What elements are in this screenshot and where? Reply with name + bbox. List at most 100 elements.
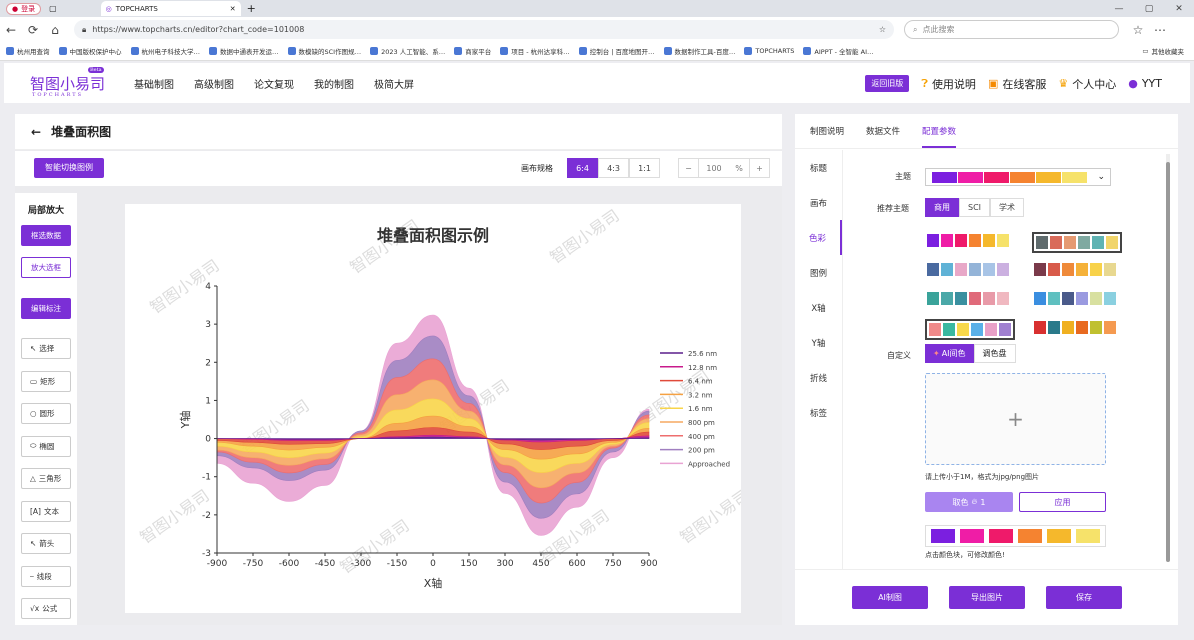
palette-option[interactable] (1032, 232, 1122, 253)
ratio-option[interactable]: 6:4 (567, 158, 598, 178)
tab-actions-icon[interactable]: ▢ (49, 4, 57, 13)
edit-label-button[interactable]: 编辑标注 (21, 298, 71, 319)
bookmark-item[interactable]: 杭州用查询 (6, 46, 50, 56)
maximize-icon[interactable]: ▢ (1134, 4, 1164, 14)
palette-option[interactable] (925, 261, 1011, 278)
legend-label[interactable]: 6.4 nm (688, 378, 713, 386)
tool-line[interactable]: ⎯ 线段 (21, 565, 71, 587)
collections-icon[interactable]: ☆ (1127, 23, 1149, 37)
config-section-tab[interactable]: 画布 (795, 185, 842, 220)
config-section-tab[interactable]: 色彩 (795, 220, 842, 255)
nav-item[interactable]: 基础制图 (134, 76, 174, 91)
tool-formula[interactable]: √x 公式 (21, 598, 71, 619)
palette-option[interactable] (925, 319, 1015, 340)
bookmark-item[interactable]: 项目 - 杭州达享科… (500, 46, 570, 56)
panel-tab[interactable]: 制图说明 (810, 125, 844, 137)
nav-item[interactable]: 论文复现 (254, 76, 294, 91)
nav-item[interactable]: 我的制图 (314, 76, 354, 91)
tool-rectangle[interactable]: ▭ 矩形 (21, 370, 71, 392)
tool-cursor[interactable]: ↖ 选择 (21, 338, 71, 359)
tool-ellipse[interactable]: ⬭ 椭圆 (21, 435, 71, 457)
other-bookmarks[interactable]: ▭ 其他收藏夹 (1142, 46, 1184, 56)
service-link[interactable]: ▣ 在线客服 (988, 76, 1046, 92)
old-version-button[interactable]: 返回旧版 (865, 75, 910, 92)
pick-color-button[interactable]: 取色 🔥︎ 1 (925, 492, 1013, 512)
apply-button[interactable]: 应用 (1019, 492, 1106, 512)
custom-color-swatch[interactable] (1047, 529, 1071, 543)
palette-option[interactable] (925, 232, 1011, 249)
config-section-tab[interactable]: 标题 (795, 150, 842, 185)
profile-button[interactable]: ● 登录 (6, 2, 42, 15)
legend-label[interactable]: 12.8 nm (688, 364, 717, 372)
favorite-icon[interactable]: ☆ (879, 25, 886, 34)
legend-label[interactable]: 25.6 nm (688, 350, 717, 358)
custom-color-swatch[interactable] (989, 529, 1013, 543)
bookmark-item[interactable]: 商家平台 (454, 46, 491, 56)
back-arrow-icon[interactable]: ← (31, 125, 41, 139)
bookmark-item[interactable]: TOPCHARTS (744, 47, 794, 55)
recommend-tab[interactable]: 商用 (925, 198, 959, 217)
ratio-option[interactable]: 4:3 (598, 158, 629, 178)
theme-select[interactable]: ⌄ (925, 168, 1111, 186)
palette-option[interactable] (1032, 261, 1118, 278)
panel-tab[interactable]: 数据文件 (866, 125, 900, 137)
help-link[interactable]: ❓︎ 使用说明 (921, 76, 976, 92)
legend-label[interactable]: Approached (688, 460, 730, 468)
config-section-tab[interactable]: 折线 (795, 360, 842, 395)
home-icon[interactable]: ⌂ (44, 23, 66, 37)
palette-option[interactable] (925, 290, 1011, 307)
nav-item[interactable]: 极简大屏 (374, 76, 414, 91)
config-section-tab[interactable]: X轴 (795, 290, 842, 325)
config-section-tab[interactable]: Y轴 (795, 325, 842, 360)
more-icon[interactable]: ⋯ (1149, 23, 1171, 37)
legend-label[interactable]: 200 pm (688, 447, 715, 455)
chart-canvas[interactable]: 智图小易司 智图小易司 智图小易司 智图小易司 智图小易司 智图小易司 智图小易司 智图小易司… (125, 204, 753, 613)
panel-tab[interactable]: 配置参数 (922, 114, 957, 148)
new-tab-icon[interactable]: + (247, 2, 256, 15)
palette-option[interactable] (1032, 319, 1118, 336)
logo[interactable]: 智图小易司 TOPCHARTS Beta (30, 66, 120, 98)
bookmark-item[interactable]: 2023 人工智能、系… (370, 46, 445, 56)
export-image-button[interactable]: 导出图片 (949, 586, 1025, 609)
legend-label[interactable]: 400 pm (688, 433, 715, 441)
ai-color-tab[interactable]: ✦ AI间色 (925, 344, 974, 363)
bookmark-item[interactable]: 数据制作工具-百度… (663, 46, 735, 56)
address-bar[interactable]: 🔒︎ https://www.topcharts.cn/editor?chart_… (74, 20, 894, 39)
bookmark-item[interactable]: 数据中通表开发运… (209, 46, 279, 56)
legend-label[interactable]: 1.6 nm (688, 405, 713, 413)
custom-color-swatch[interactable] (1076, 529, 1100, 543)
recommend-tab[interactable]: 学术 (990, 198, 1025, 217)
image-upload-area[interactable]: + (925, 373, 1106, 465)
minimize-icon[interactable]: — (1104, 4, 1134, 14)
ai-chart-button[interactable]: AI制图 (852, 586, 928, 609)
tool-text[interactable]: [A] 文本 (21, 500, 71, 522)
zoom-in-button[interactable]: + (749, 159, 769, 177)
config-section-tab[interactable]: 标签 (795, 395, 842, 430)
personal-center-link[interactable]: ♛ 个人中心 (1058, 76, 1116, 92)
palette-option[interactable] (1032, 290, 1118, 307)
browser-search[interactable]: ⌕ 点此搜索 (904, 20, 1119, 39)
tool-circle[interactable]: ○ 圆形 (21, 403, 71, 424)
custom-color-swatch[interactable] (960, 529, 984, 543)
back-icon[interactable]: ← (0, 23, 22, 37)
tool-triangle[interactable]: △ 三角形 (21, 468, 71, 489)
custom-color-swatch[interactable] (1018, 529, 1042, 543)
smart-switch-button[interactable]: 智能切换图例 (34, 158, 104, 178)
chart-svg[interactable]: 智图小易司智图小易司 智图小易司智图小易司 智图小易司智图小易司 智图小易司 智图小易司… (125, 204, 752, 613)
tool-arrow[interactable]: ↖ 箭头 (21, 533, 71, 554)
close-icon[interactable]: ✕ (230, 5, 236, 13)
panel-scrollbar[interactable] (1166, 154, 1170, 562)
legend-label[interactable]: 3.2 nm (688, 391, 713, 399)
zoom-out-button[interactable]: − (679, 159, 699, 177)
bookmark-item[interactable]: 中国版权保护中心 (58, 46, 122, 56)
zoom-value[interactable]: 100 (699, 164, 729, 173)
custom-color-swatch[interactable] (931, 529, 955, 543)
zoom-box-button[interactable]: 放大选框 (21, 257, 71, 278)
bookmark-item[interactable]: 杭州电子科技大学… (130, 46, 200, 56)
palette-tab[interactable]: 调色盘 (973, 344, 1016, 363)
window-close-icon[interactable]: ✕ (1164, 4, 1194, 14)
recommend-tab[interactable]: SCI (959, 198, 991, 217)
nav-item[interactable]: 高级制图 (194, 76, 234, 91)
user-menu[interactable]: ● YYT (1128, 77, 1162, 90)
ratio-option[interactable]: 1:1 (629, 158, 660, 178)
